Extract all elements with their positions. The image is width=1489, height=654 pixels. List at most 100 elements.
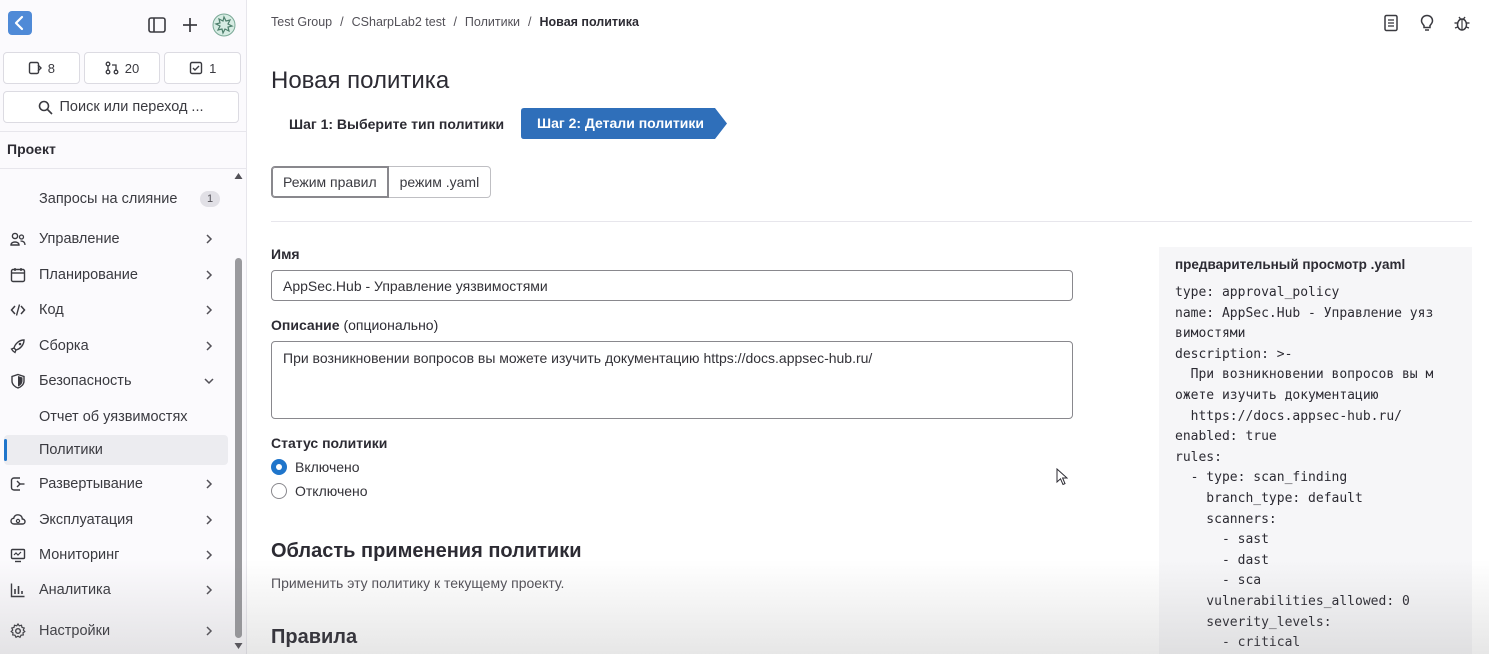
users-icon (10, 232, 26, 246)
sidebar-item-build[interactable]: Сборка (4, 331, 228, 361)
collapse-back-icon[interactable] (8, 11, 32, 35)
issues-icon (28, 61, 42, 75)
sidebar-item-label: Сборка (39, 338, 89, 354)
chevron-right-icon (206, 234, 213, 244)
merge-requests-badge: 1 (200, 191, 220, 207)
scope-description: Применить эту политику к текущему проект… (271, 575, 565, 591)
sidebar-item-label: Политики (39, 442, 103, 458)
bug-icon[interactable] (1452, 13, 1472, 33)
status-disabled-label: Отключено (295, 483, 368, 499)
sidebar-item-label: Развертывание (39, 476, 143, 492)
step-1-select-policy-type[interactable]: Шаг 1: Выберите тип политики (289, 116, 504, 132)
new-item-plus-icon[interactable] (180, 15, 200, 35)
breadcrumb-separator: / (340, 15, 344, 29)
yaml-preview-panel: предварительный просмотр .yaml type: app… (1159, 247, 1472, 654)
sidebar-item-operate[interactable]: Эксплуатация (4, 505, 228, 535)
merge-requests-counter[interactable]: 20 (83, 52, 161, 84)
lightbulb-icon[interactable] (1417, 13, 1437, 33)
chevron-right-icon (206, 341, 213, 351)
sidebar-toggle-icon[interactable] (147, 15, 167, 35)
sidebar-item-code[interactable]: Код (4, 295, 228, 325)
shield-icon (11, 373, 25, 389)
sidebar-item-vulnerability-report[interactable]: Отчет об уязвимостях (4, 402, 228, 432)
scroll-down-arrow-icon[interactable] (234, 642, 243, 650)
sidebar-item-label: Отчет об уязвимостях (39, 409, 188, 425)
sidebar-item-merge-requests[interactable]: Запросы на слияние 1 (4, 184, 228, 214)
chevron-right-icon (206, 305, 213, 315)
todo-counter[interactable]: 1 (164, 52, 242, 84)
cloud-icon (10, 514, 26, 525)
breadcrumb-item-group[interactable]: Test Group (271, 15, 332, 29)
sidebar-item-deploy[interactable]: Развертывание (4, 469, 228, 499)
yaml-mode-button[interactable]: режим .yaml (388, 166, 492, 198)
sidebar-item-analyze[interactable]: Аналитика (4, 575, 228, 605)
breadcrumb-current: Новая политика (539, 15, 639, 29)
yaml-preview-code: type: approval_policy name: AppSec.Hub -… (1175, 285, 1434, 651)
sidebar-counters: 8 20 1 (3, 52, 242, 84)
chevron-right-icon (206, 626, 213, 636)
monitor-icon (10, 548, 26, 563)
sidebar-item-manage[interactable]: Управление (4, 224, 228, 254)
sidebar-item-label: Планирование (39, 267, 138, 283)
sidebar-item-settings[interactable]: Настройки (4, 616, 228, 646)
sidebar-scroll-thumb[interactable] (235, 258, 242, 638)
name-label: Имя (271, 246, 300, 262)
status-disabled-radio[interactable] (271, 483, 287, 499)
editor-mode-toggle: Режим правил режим .yaml (271, 166, 492, 198)
sidebar: 8 20 1 Поиск или переход ... Проект Запр… (0, 0, 247, 654)
policy-description-textarea[interactable]: При возникновении вопросов вы можете изу… (271, 341, 1073, 419)
yaml-preview-title: предварительный просмотр .yaml (1175, 257, 1406, 272)
sidebar-item-label: Аналитика (39, 582, 111, 598)
rule-mode-button[interactable]: Режим правил (271, 166, 389, 198)
page-title: Новая политика (271, 67, 450, 94)
breadcrumb-item-project[interactable]: CSharpLab2 test (352, 15, 446, 29)
status-enabled-label: Включено (295, 459, 360, 475)
breadcrumb-item-policies[interactable]: Политики (465, 15, 520, 29)
chevron-right-icon (206, 515, 213, 525)
rules-heading: Правила (271, 626, 358, 648)
issues-counter[interactable]: 8 (3, 52, 80, 84)
sidebar-item-security[interactable]: Безопасность (4, 366, 228, 396)
description-label-text: Описание (271, 317, 340, 333)
section-divider (271, 221, 1472, 222)
mouse-cursor-icon (1056, 468, 1068, 486)
breadcrumb-separator: / (528, 15, 532, 29)
chevron-right-icon (206, 550, 213, 560)
merge-request-icon (105, 61, 119, 75)
chevron-right-icon (206, 270, 213, 280)
description-label: Описание (опционально) (271, 317, 438, 333)
step-2-policy-details[interactable]: Шаг 2: Детали политики (521, 108, 727, 139)
todo-count: 1 (209, 60, 217, 76)
sidebar-item-label: Управление (39, 231, 120, 247)
status-enabled-option[interactable]: Включено (271, 459, 360, 475)
breadcrumb-separator: / (453, 15, 457, 29)
description-optional-hint: (опционально) (343, 317, 439, 333)
scope-heading: Область применения политики (271, 540, 582, 562)
sidebar-divider (0, 168, 247, 169)
chart-icon (10, 583, 25, 598)
rocket-icon (10, 339, 25, 354)
sidebar-item-label: Код (39, 302, 64, 318)
todo-icon (189, 61, 203, 75)
chevron-right-icon (206, 479, 213, 489)
search-icon (39, 100, 54, 115)
policy-name-input[interactable]: AppSec.Hub - Управление уязвимостями (271, 270, 1073, 301)
sidebar-item-policies[interactable]: Политики (4, 435, 228, 465)
step-2-label: Шаг 2: Детали политики (537, 115, 704, 131)
search-button[interactable]: Поиск или переход ... (3, 91, 239, 123)
document-icon[interactable] (1381, 13, 1401, 33)
sidebar-item-label: Настройки (39, 623, 111, 639)
status-enabled-radio[interactable] (271, 459, 287, 475)
sidebar-item-label: Запросы на слияние (39, 191, 178, 207)
deployments-icon (10, 477, 25, 491)
search-label: Поиск или переход ... (59, 99, 204, 115)
status-disabled-option[interactable]: Отключено (271, 483, 368, 499)
sidebar-item-label: Эксплуатация (39, 512, 134, 528)
sidebar-item-plan[interactable]: Планирование (4, 260, 228, 290)
chevron-down-icon (204, 378, 214, 385)
sidebar-divider (0, 131, 247, 132)
project-heading: Проект (7, 141, 56, 157)
scroll-up-arrow-icon[interactable] (234, 172, 243, 180)
user-avatar-icon[interactable] (212, 13, 236, 37)
sidebar-item-monitor[interactable]: Мониторинг (4, 540, 228, 570)
